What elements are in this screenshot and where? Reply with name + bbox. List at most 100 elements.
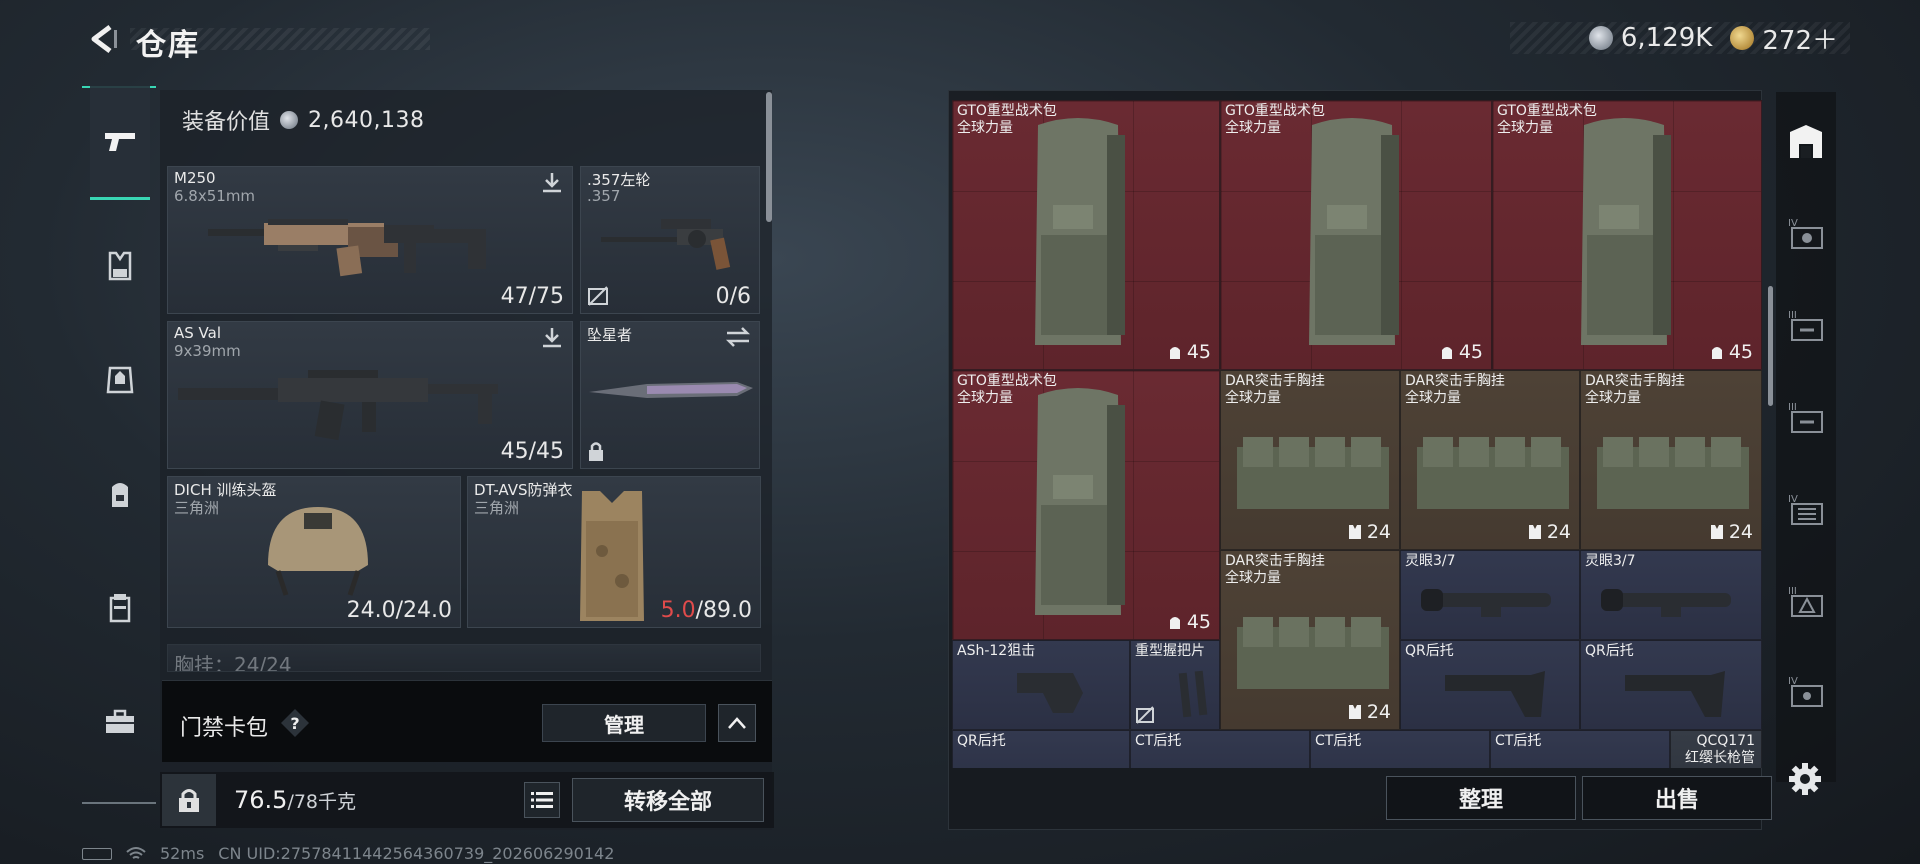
- item-name: 重型握把片: [1135, 643, 1205, 659]
- item-count: 45: [1167, 611, 1211, 633]
- item-subtitle: 全球力量: [1225, 570, 1281, 586]
- download-icon[interactable]: [540, 171, 564, 195]
- silver-coin-icon: [280, 111, 299, 129]
- collapse-button[interactable]: [718, 704, 756, 742]
- stash-item[interactable]: QR后托: [1400, 640, 1580, 730]
- no-ammo-icon: [588, 286, 608, 306]
- helmet-durability: 24.0/24.0: [346, 598, 452, 623]
- rail-item-container-3[interactable]: III: [1778, 390, 1834, 446]
- melee-slot[interactable]: 坠星者: [580, 321, 760, 469]
- chest-rig-image: [1237, 437, 1389, 509]
- list-icon: [531, 792, 553, 808]
- equipment-value: 装备价值 2,640,138: [182, 104, 424, 136]
- stash-grid: GTO重型战术包 全球力量 45 GTO重型战术包 全球力量 45 GTO重型战: [952, 100, 1762, 768]
- silver-coin-icon: [1588, 26, 1613, 50]
- item-subtitle: 全球力量: [1497, 120, 1553, 136]
- rail-item-container-4[interactable]: IV: [1778, 482, 1834, 538]
- armor-slot[interactable]: DT-AVS防弹衣 三角洲 5.0/89.0: [467, 476, 761, 628]
- stash-item[interactable]: GTO重型战术包 全球力量 45: [952, 370, 1220, 640]
- download-icon[interactable]: [540, 326, 564, 350]
- rail-item-container-2[interactable]: III: [1778, 298, 1834, 354]
- swap-icon[interactable]: [725, 326, 751, 348]
- stash-item[interactable]: GTO重型战术包 全球力量 45: [1220, 100, 1492, 370]
- rail-item-backpack[interactable]: [90, 464, 150, 524]
- weight-lock-button[interactable]: [162, 774, 216, 826]
- container-iv-icon: IV: [1788, 218, 1823, 249]
- manage-button[interactable]: 管理: [542, 704, 706, 742]
- stash-item[interactable]: 灵眼3/7: [1580, 550, 1762, 640]
- stash-item[interactable]: GTO重型战术包 全球力量 45: [1492, 100, 1762, 370]
- sell-button[interactable]: 出售: [1582, 776, 1772, 820]
- item-count-value: 45: [1186, 611, 1211, 633]
- rail-item-safebox[interactable]: [1778, 114, 1834, 170]
- stash-item[interactable]: GTO重型战术包 全球力量 45: [952, 100, 1220, 370]
- helmet-image: [268, 507, 368, 596]
- ammo-count: 0/6: [715, 284, 751, 309]
- item-count-value: 45: [1186, 341, 1211, 363]
- ammo-count: 45/45: [500, 439, 564, 464]
- rail-item-container-1[interactable]: IV: [1778, 206, 1834, 262]
- stash-item[interactable]: DAR突击手胸挂 全球力量 24: [1220, 550, 1400, 730]
- rail-item-armor[interactable]: [90, 350, 150, 410]
- stash-item[interactable]: DAR突击手胸挂 全球力量 24: [1220, 370, 1400, 550]
- pistol-slot[interactable]: .357左轮 .357 0/6: [580, 166, 760, 314]
- stash-item[interactable]: 重型握把片: [1130, 640, 1220, 730]
- stash-item[interactable]: CT后托: [1130, 730, 1310, 768]
- stash-item[interactable]: ASh-12狙击: [952, 640, 1130, 730]
- settings-button[interactable]: [1782, 756, 1828, 802]
- helmet-slot[interactable]: DICH 训练头盔 三角洲 24.0/24.0: [167, 476, 461, 628]
- stash-item[interactable]: DAR突击手胸挂 全球力量 24: [1400, 370, 1580, 550]
- rail-item-weapons[interactable]: [90, 86, 150, 200]
- melee-knife-image: [589, 382, 753, 398]
- rail-item-pouch[interactable]: [90, 578, 150, 638]
- weight-max: /78千克: [287, 791, 357, 813]
- helmet-origin: 三角洲: [174, 499, 220, 517]
- armor-durability-max: /89.0: [695, 598, 752, 623]
- rail-item-container-5[interactable]: III: [1778, 574, 1834, 630]
- item-name: DAR突击手胸挂: [1225, 373, 1325, 389]
- currency-gold[interactable]: 272＋: [1730, 20, 1838, 57]
- item-name: QR后托: [957, 733, 1006, 749]
- category-rail: [84, 86, 156, 806]
- gold-amount: 272＋: [1762, 25, 1838, 56]
- currency-silver[interactable]: 6,129K: [1588, 23, 1712, 53]
- stash-item[interactable]: CT后托: [1490, 730, 1670, 768]
- item-count: 24: [1527, 521, 1571, 543]
- stash-item[interactable]: QR后托: [952, 730, 1130, 768]
- transfer-all-button[interactable]: 转移全部: [572, 778, 764, 822]
- loadout-scrollbar[interactable]: [766, 92, 772, 222]
- list-view-button[interactable]: [524, 782, 560, 818]
- gear-icon: [1789, 763, 1821, 795]
- stash-item[interactable]: QCQ171 红缨长枪管: [1670, 730, 1762, 768]
- rail-item-container-6[interactable]: IV: [1778, 664, 1834, 720]
- back-button[interactable]: [80, 18, 126, 60]
- stash-item[interactable]: QR后托: [1580, 640, 1762, 730]
- help-icon[interactable]: ?: [280, 708, 310, 738]
- container-iii-icon: III: [1788, 310, 1823, 341]
- primary-weapon-slot[interactable]: M250 6.8x51mm 47/75: [167, 166, 573, 314]
- sort-button[interactable]: 整理: [1386, 776, 1576, 820]
- vest-small-icon: [1528, 525, 1541, 539]
- stash-item[interactable]: DAR突击手胸挂 全球力量 24: [1580, 370, 1762, 550]
- container-iv-icon: IV: [1788, 494, 1823, 525]
- no-ammo-icon: [1136, 706, 1154, 724]
- armor-origin: 三角洲: [474, 499, 520, 517]
- chest-rig-slot[interactable]: 胸挂：24/24: [167, 644, 761, 672]
- item-subtitle: 全球力量: [957, 120, 1013, 136]
- item-count: 45: [1439, 341, 1483, 363]
- rail-item-chest-rig[interactable]: [90, 236, 150, 296]
- weight-current: 76.5: [234, 786, 288, 814]
- backpack-small-icon: [1169, 347, 1180, 359]
- rail-item-case[interactable]: [90, 692, 150, 752]
- stash-item[interactable]: CT后托: [1310, 730, 1490, 768]
- stash-item[interactable]: 灵眼3/7: [1400, 550, 1580, 640]
- secondary-weapon-slot[interactable]: AS Val 9x39mm 45/45: [167, 321, 573, 469]
- back-arrow-icon: [91, 25, 117, 53]
- safebox-icon: [1790, 125, 1822, 158]
- rail-bottom-divider: [82, 802, 156, 804]
- item-name: DAR突击手胸挂: [1225, 553, 1325, 569]
- item-name: CT后托: [1315, 733, 1362, 749]
- page-title: 仓库: [136, 28, 200, 63]
- scope-image: [1421, 589, 1551, 617]
- stash-scrollbar[interactable]: [1768, 286, 1773, 406]
